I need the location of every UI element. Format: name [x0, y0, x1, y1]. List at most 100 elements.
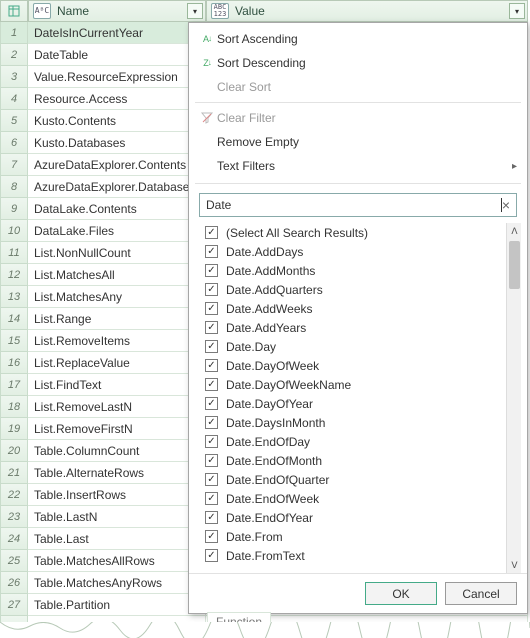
name-cell[interactable]: Table.Partition [28, 594, 206, 616]
name-cell[interactable]: Table.MatchesAnyRows [28, 572, 206, 594]
checkbox[interactable]: ✓ [205, 283, 218, 296]
checkbox[interactable]: ✓ [205, 359, 218, 372]
row-number[interactable]: 27 [0, 594, 28, 616]
filter-result-item[interactable]: ✓Date.EndOfYear [199, 508, 505, 527]
name-cell[interactable]: Table.AlternateRows [28, 462, 206, 484]
clear-search-icon[interactable]: × [502, 197, 510, 213]
name-cell[interactable]: Table.LastN [28, 506, 206, 528]
text-filters-item[interactable]: Text Filters ▸ [189, 154, 527, 178]
row-number[interactable]: 24 [0, 528, 28, 550]
name-cell[interactable]: List.NonNullCount [28, 242, 206, 264]
row-number[interactable]: 2 [0, 44, 28, 66]
name-cell[interactable]: List.RemoveLastN [28, 396, 206, 418]
sort-ascending-item[interactable]: A↓ Sort Ascending [189, 27, 527, 51]
checkbox[interactable]: ✓ [205, 264, 218, 277]
row-number[interactable]: 26 [0, 572, 28, 594]
results-scrollbar[interactable]: ᐱ ᐯ [506, 223, 521, 573]
scroll-up-icon[interactable]: ᐱ [507, 223, 521, 239]
dropdown-icon[interactable]: ▾ [187, 3, 203, 19]
row-number[interactable]: 16 [0, 352, 28, 374]
checkbox[interactable]: ✓ [205, 454, 218, 467]
name-cell[interactable]: DateTable [28, 44, 206, 66]
row-number[interactable]: 14 [0, 308, 28, 330]
filter-result-item[interactable]: ✓Date.AddDays [199, 242, 505, 261]
name-cell[interactable]: List.ReplaceValue [28, 352, 206, 374]
row-number[interactable]: 15 [0, 330, 28, 352]
name-cell[interactable]: Table.Last [28, 528, 206, 550]
name-cell[interactable]: Table.ColumnCount [28, 440, 206, 462]
scroll-thumb[interactable] [509, 241, 520, 289]
row-number[interactable]: 17 [0, 374, 28, 396]
checkbox[interactable]: ✓ [205, 473, 218, 486]
checkbox[interactable]: ✓ [205, 340, 218, 353]
column-header-value[interactable]: ABC 123 Value ▾ [206, 0, 528, 22]
filter-result-item[interactable]: ✓(Select All Search Results) [199, 223, 505, 242]
name-cell[interactable]: Table.InsertRows [28, 484, 206, 506]
filter-result-item[interactable]: ✓Date.EndOfWeek [199, 489, 505, 508]
row-number[interactable]: 6 [0, 132, 28, 154]
filter-result-item[interactable]: ✓Date.DayOfWeek [199, 356, 505, 375]
name-cell[interactable]: List.Range [28, 308, 206, 330]
name-cell[interactable]: List.RemoveFirstN [28, 418, 206, 440]
checkbox[interactable]: ✓ [205, 378, 218, 391]
row-number[interactable]: 19 [0, 418, 28, 440]
filter-result-item[interactable]: ✓Date.EndOfMonth [199, 451, 505, 470]
checkbox[interactable]: ✓ [205, 226, 218, 239]
filter-result-item[interactable]: ✓Date.AddMonths [199, 261, 505, 280]
column-header-name[interactable]: AᴮC Name ▾ [28, 0, 206, 22]
row-number[interactable]: 8 [0, 176, 28, 198]
name-cell[interactable]: AzureDataExplorer.Contents [28, 154, 206, 176]
row-number[interactable]: 21 [0, 462, 28, 484]
checkbox[interactable]: ✓ [205, 511, 218, 524]
row-number[interactable]: 13 [0, 286, 28, 308]
name-cell[interactable]: List.FindText [28, 374, 206, 396]
name-cell[interactable]: Table.MatchesAllRows [28, 550, 206, 572]
checkbox[interactable]: ✓ [205, 549, 218, 562]
checkbox[interactable]: ✓ [205, 435, 218, 448]
row-number[interactable]: 7 [0, 154, 28, 176]
cancel-button[interactable]: Cancel [445, 582, 517, 605]
filter-search-input[interactable]: Date × [199, 193, 517, 217]
checkbox[interactable]: ✓ [205, 245, 218, 258]
checkbox[interactable]: ✓ [205, 416, 218, 429]
filter-result-item[interactable]: ✓Date.AddYears [199, 318, 505, 337]
row-number[interactable]: 18 [0, 396, 28, 418]
scroll-down-icon[interactable]: ᐯ [507, 557, 521, 573]
ok-button[interactable]: OK [365, 582, 437, 605]
row-number[interactable]: 23 [0, 506, 28, 528]
name-cell[interactable]: Kusto.Databases [28, 132, 206, 154]
name-cell[interactable]: DateIsInCurrentYear [28, 22, 206, 44]
checkbox[interactable]: ✓ [205, 492, 218, 505]
row-number[interactable]: 1 [0, 22, 28, 44]
row-number[interactable]: 5 [0, 110, 28, 132]
dropdown-icon[interactable]: ▾ [509, 3, 525, 19]
filter-result-item[interactable]: ✓Date.AddWeeks [199, 299, 505, 318]
row-number-header[interactable] [0, 0, 28, 22]
remove-empty-item[interactable]: Remove Empty [189, 130, 527, 154]
row-number[interactable]: 20 [0, 440, 28, 462]
filter-result-item[interactable]: ✓Date.DayOfWeekName [199, 375, 505, 394]
name-cell[interactable]: AzureDataExplorer.Databases [28, 176, 206, 198]
row-number[interactable]: 25 [0, 550, 28, 572]
row-number[interactable]: 9 [0, 198, 28, 220]
filter-result-item[interactable]: ✓Date.EndOfDay [199, 432, 505, 451]
row-number[interactable]: 11 [0, 242, 28, 264]
filter-result-item[interactable]: ✓Date.From [199, 527, 505, 546]
checkbox[interactable]: ✓ [205, 397, 218, 410]
row-number[interactable]: 12 [0, 264, 28, 286]
name-cell[interactable]: Kusto.Contents [28, 110, 206, 132]
checkbox[interactable]: ✓ [205, 530, 218, 543]
row-number[interactable]: 22 [0, 484, 28, 506]
checkbox[interactable]: ✓ [205, 321, 218, 334]
name-cell[interactable]: List.MatchesAll [28, 264, 206, 286]
filter-results-list[interactable]: ✓(Select All Search Results)✓Date.AddDay… [199, 223, 505, 573]
filter-result-item[interactable]: ✓Date.FromText [199, 546, 505, 565]
name-cell[interactable]: List.MatchesAny [28, 286, 206, 308]
filter-result-item[interactable]: ✓Date.EndOfQuarter [199, 470, 505, 489]
name-cell[interactable]: DataLake.Contents [28, 198, 206, 220]
filter-result-item[interactable]: ✓Date.DaysInMonth [199, 413, 505, 432]
row-number[interactable]: 4 [0, 88, 28, 110]
filter-result-item[interactable]: ✓Date.AddQuarters [199, 280, 505, 299]
filter-result-item[interactable]: ✓Date.DayOfYear [199, 394, 505, 413]
sort-descending-item[interactable]: Z↓ Sort Descending [189, 51, 527, 75]
